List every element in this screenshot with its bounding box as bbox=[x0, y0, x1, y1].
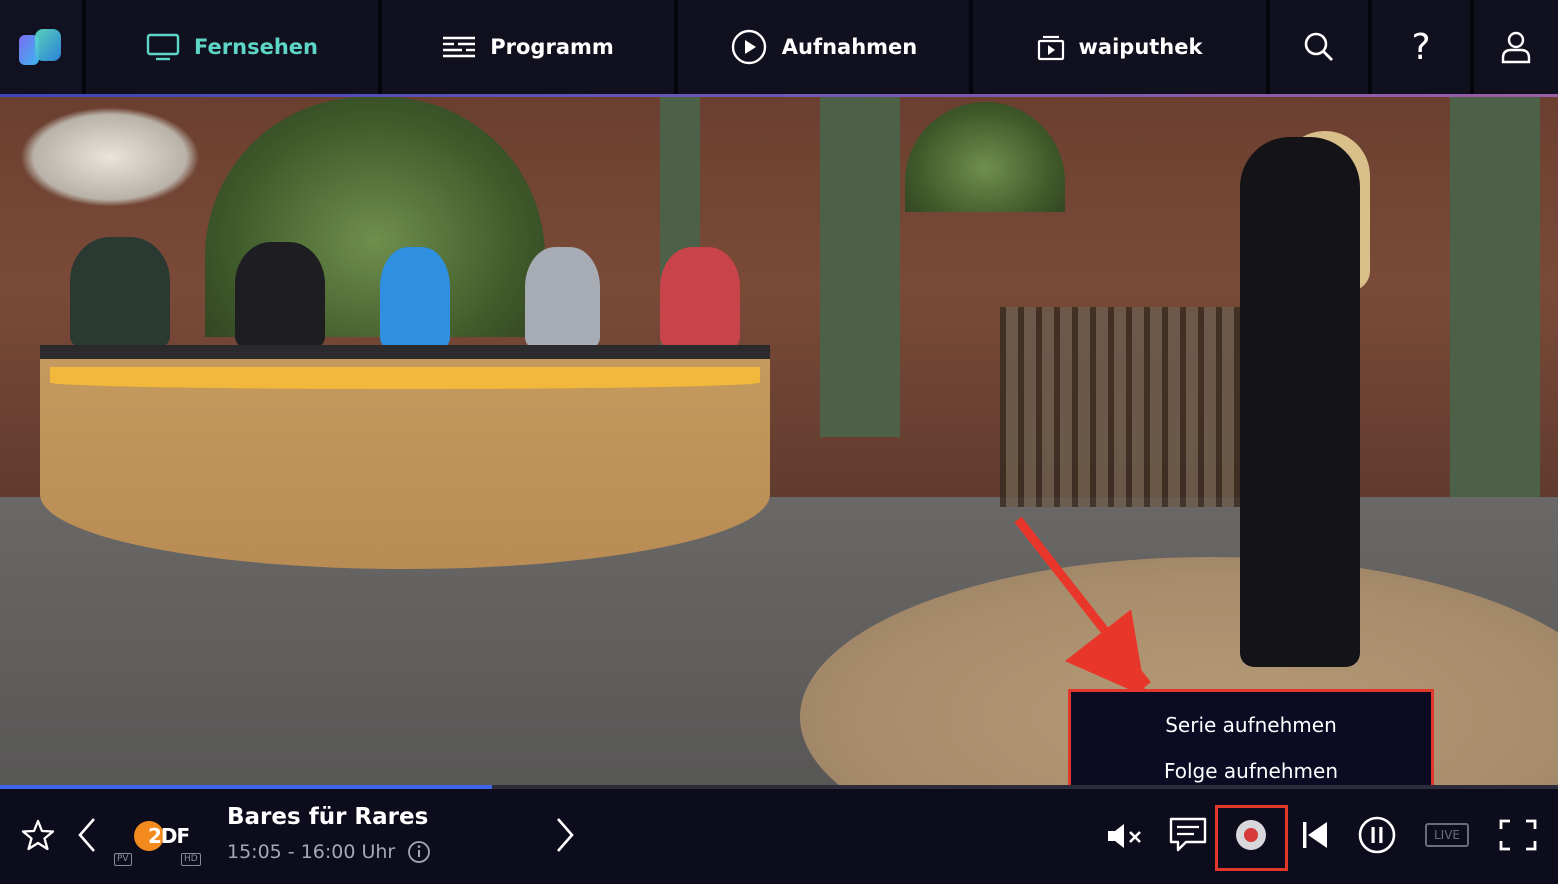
subtitles-button[interactable] bbox=[1166, 814, 1210, 856]
waipu-logo-icon bbox=[19, 29, 61, 65]
help-button[interactable]: ? bbox=[1372, 0, 1470, 94]
live-button[interactable]: LIVE bbox=[1425, 823, 1469, 847]
tab-aufnahmen[interactable]: Aufnahmen bbox=[678, 0, 969, 94]
fullscreen-button[interactable] bbox=[1496, 814, 1540, 856]
previous-channel-button[interactable] bbox=[70, 815, 104, 855]
video-scenery bbox=[820, 97, 900, 437]
record-button-highlight bbox=[1215, 805, 1288, 871]
record-series-option[interactable]: Serie aufnehmen bbox=[1071, 702, 1431, 748]
search-button[interactable] bbox=[1270, 0, 1368, 94]
chevron-right-icon bbox=[557, 818, 574, 852]
video-scenery bbox=[20, 107, 200, 207]
tab-programm[interactable]: Programm bbox=[382, 0, 674, 94]
video-person bbox=[235, 242, 325, 347]
pause-button[interactable] bbox=[1355, 813, 1399, 857]
video-person bbox=[380, 247, 450, 347]
video-person bbox=[1240, 137, 1360, 667]
channel-logo: 2DF bbox=[128, 816, 190, 856]
search-icon bbox=[1304, 32, 1333, 61]
restart-button[interactable] bbox=[1296, 815, 1334, 855]
video-person bbox=[525, 247, 600, 347]
chevron-left-icon bbox=[78, 818, 95, 852]
fullscreen-icon bbox=[1499, 819, 1537, 851]
video-person bbox=[70, 237, 170, 347]
tab-label: waiputhek bbox=[1078, 35, 1203, 59]
tab-waiputhek[interactable]: waiputhek bbox=[973, 0, 1266, 94]
star-icon bbox=[21, 819, 55, 851]
hd-badge: HD bbox=[181, 853, 201, 866]
subtitles-icon bbox=[1169, 817, 1207, 852]
video-player[interactable] bbox=[0, 97, 1558, 785]
tab-label: Aufnahmen bbox=[781, 35, 918, 59]
schedule-list-icon bbox=[443, 36, 476, 58]
tv-icon bbox=[146, 33, 180, 61]
favorite-button[interactable] bbox=[18, 815, 58, 855]
info-icon[interactable] bbox=[407, 840, 431, 864]
help-icon: ? bbox=[1411, 26, 1431, 68]
channel-logo-text: 2DF bbox=[148, 824, 190, 848]
profile-button[interactable] bbox=[1474, 0, 1558, 94]
live-label: LIVE bbox=[1433, 828, 1460, 842]
pause-circle-icon bbox=[1358, 816, 1396, 854]
show-time-row: 15:05 - 16:00 Uhr bbox=[227, 840, 431, 864]
tab-label: Programm bbox=[490, 35, 614, 59]
video-person bbox=[660, 247, 740, 347]
pv-badge: PV bbox=[114, 853, 132, 866]
tab-fernsehen[interactable]: Fernsehen bbox=[86, 0, 378, 94]
app-logo[interactable] bbox=[0, 0, 82, 94]
user-icon bbox=[1501, 31, 1531, 64]
media-library-icon bbox=[1037, 35, 1064, 61]
volume-muted-icon bbox=[1108, 824, 1141, 848]
mute-button[interactable] bbox=[1104, 818, 1146, 854]
play-circle-icon bbox=[731, 29, 766, 65]
video-scenery bbox=[50, 367, 760, 389]
next-channel-button[interactable] bbox=[548, 815, 582, 855]
video-scenery bbox=[1000, 307, 1240, 507]
top-navigation: Fernsehen Programm Aufnahmen waiputhek ? bbox=[0, 0, 1558, 94]
skip-back-icon bbox=[1303, 822, 1327, 848]
show-time: 15:05 - 16:00 Uhr bbox=[227, 841, 396, 863]
tab-label: Fernsehen bbox=[194, 35, 318, 59]
show-title: Bares für Rares bbox=[227, 804, 429, 830]
